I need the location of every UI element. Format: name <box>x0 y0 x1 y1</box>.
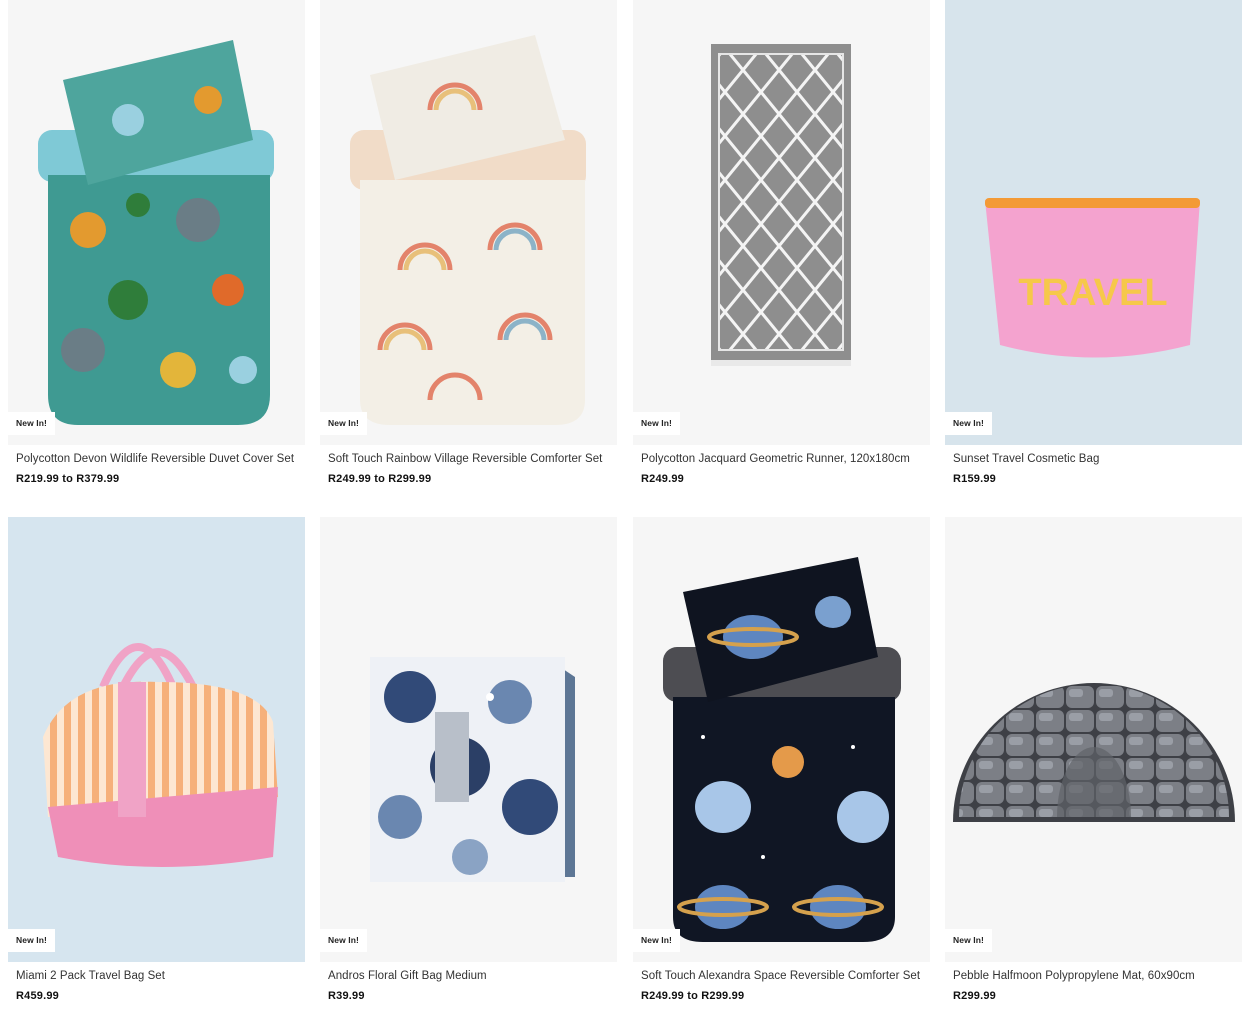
rainbow-print-comforter-image <box>350 35 586 425</box>
product-price: R159.99 <box>953 473 996 485</box>
jungle-print-duvet-image <box>38 40 274 425</box>
product-title[interactable]: Soft Touch Alexandra Space Reversible Co… <box>641 970 930 982</box>
product-image[interactable] <box>320 0 617 445</box>
new-in-badge: New In! <box>945 929 992 952</box>
product-title[interactable]: Andros Floral Gift Bag Medium <box>328 970 617 982</box>
product-title[interactable]: Polycotton Devon Wildlife Reversible Duv… <box>16 453 305 465</box>
product-image[interactable] <box>8 517 305 962</box>
product-price: R249.99 to R299.99 <box>328 473 432 485</box>
product-image[interactable] <box>8 0 305 445</box>
geometric-runner-image <box>711 44 851 366</box>
striped-travel-bag-image <box>43 643 278 867</box>
product-price: R249.99 to R299.99 <box>641 990 745 1002</box>
pebble-halfmoon-mat-image <box>953 683 1235 822</box>
product-price: R299.99 <box>953 990 996 1002</box>
new-in-badge: New In! <box>945 412 992 435</box>
product-title[interactable]: Miami 2 Pack Travel Bag Set <box>16 970 305 982</box>
product-price: R459.99 <box>16 990 59 1002</box>
new-in-badge: New In! <box>633 412 680 435</box>
new-in-badge: New In! <box>8 929 55 952</box>
space-print-comforter-image <box>663 557 901 942</box>
product-image[interactable] <box>945 517 1242 962</box>
product-title[interactable]: Pebble Halfmoon Polypropylene Mat, 60x90… <box>953 970 1242 982</box>
new-in-badge: New In! <box>320 412 367 435</box>
product-image[interactable] <box>320 517 617 962</box>
product-price: R219.99 to R379.99 <box>16 473 120 485</box>
product-title[interactable]: Soft Touch Rainbow Village Reversible Co… <box>328 453 617 465</box>
floral-gift-bag-image <box>370 657 575 882</box>
new-in-badge: New In! <box>633 929 680 952</box>
new-in-badge: New In! <box>8 412 55 435</box>
product-image[interactable]: TRAVEL <box>945 0 1242 445</box>
product-title[interactable]: Polycotton Jacquard Geometric Runner, 12… <box>641 453 930 465</box>
product-image[interactable] <box>633 0 930 445</box>
product-price: R249.99 <box>641 473 684 485</box>
product-price: R39.99 <box>328 990 365 1002</box>
pink-cosmetic-bag-image: TRAVEL <box>985 198 1200 358</box>
new-in-badge: New In! <box>320 929 367 952</box>
product-image[interactable] <box>633 517 930 962</box>
product-title[interactable]: Sunset Travel Cosmetic Bag <box>953 453 1242 465</box>
bag-print-text: TRAVEL <box>1018 272 1167 314</box>
